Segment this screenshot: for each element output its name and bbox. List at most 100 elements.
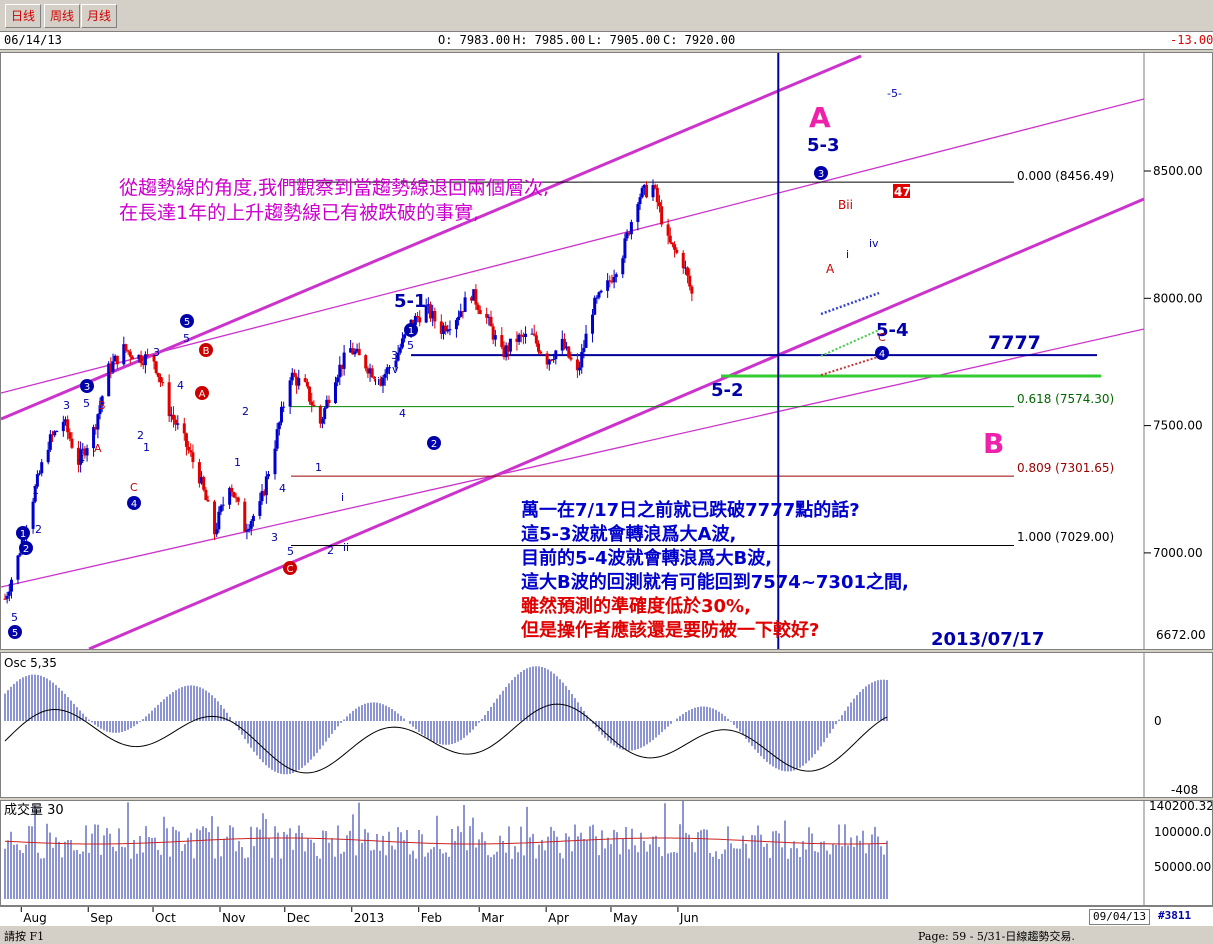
candle-body bbox=[38, 473, 42, 475]
candle-body bbox=[476, 304, 480, 310]
candle-body bbox=[124, 344, 128, 351]
candle-body bbox=[182, 423, 186, 434]
candle bbox=[55, 430, 59, 433]
wave-circle-5-sep: 5 bbox=[180, 314, 194, 328]
candle-body bbox=[5, 595, 9, 599]
candle-body bbox=[126, 350, 130, 352]
period-tab-bar: 日线 周线 月线 bbox=[0, 0, 1213, 30]
candle-body bbox=[686, 267, 690, 276]
pti-label: 47PTI bbox=[894, 185, 932, 199]
svg-text:3: 3 bbox=[818, 169, 824, 180]
price-chart[interactable]: 8500.00 8000.00 7500.00 7000.00 6672.00 從趨勢線… bbox=[0, 53, 1212, 651]
wave-let-bii: Bii bbox=[838, 198, 853, 212]
candle-body bbox=[85, 448, 89, 456]
oscillator-pane: Osc 5,35 0 -408 bbox=[0, 652, 1213, 798]
candle-body bbox=[128, 351, 132, 357]
candle-body bbox=[614, 274, 618, 277]
candle bbox=[96, 413, 100, 439]
candle-body bbox=[251, 515, 255, 522]
volume-title: 成交量 30 bbox=[4, 802, 64, 818]
tab-daily[interactable]: 日线 bbox=[5, 4, 41, 28]
annotation-bottom-line-6: 但是操作者應該還是要防被一下較好? bbox=[520, 619, 819, 641]
candle-body bbox=[187, 446, 191, 451]
candle-body bbox=[9, 579, 13, 592]
wave-let-a-aug: A bbox=[94, 442, 102, 455]
vol-tick-100k: 100000.00 bbox=[1154, 825, 1212, 839]
candle-body bbox=[154, 361, 158, 374]
oscillator-chart[interactable]: Osc 5,35 0 -408 bbox=[1, 653, 1212, 797]
candle-body bbox=[552, 359, 556, 361]
candle-body bbox=[202, 477, 206, 490]
candle bbox=[318, 404, 322, 428]
candle-body bbox=[357, 348, 361, 356]
annotation-bottom-line-3: 目前的5-4波就會轉浪爲大B波, bbox=[521, 547, 772, 569]
wave-num-2-oct: 2 bbox=[242, 405, 249, 418]
wave-let-a-may: A bbox=[826, 262, 835, 276]
candle bbox=[418, 310, 422, 327]
wave-num-4-aug: 4 bbox=[78, 453, 85, 466]
wave-num-5-nov: 5 bbox=[287, 545, 294, 558]
candle-body bbox=[567, 346, 571, 358]
candle bbox=[459, 303, 463, 318]
fib-618-label: 0.618 (7574.30) bbox=[1017, 392, 1114, 406]
candle bbox=[115, 355, 119, 370]
candle bbox=[584, 324, 588, 348]
status-bar: 請按 F1 Page: 59 - 5/31-日線趨勢交易. bbox=[0, 926, 1213, 943]
candle-body bbox=[597, 292, 601, 298]
candle-body bbox=[524, 333, 528, 338]
quote-low: L: 7905.00 bbox=[588, 33, 661, 47]
candle-body bbox=[7, 591, 11, 596]
tab-weekly[interactable]: 周线 bbox=[44, 4, 80, 28]
svg-text:1: 1 bbox=[408, 326, 414, 337]
candle-body bbox=[18, 553, 22, 556]
volume-chart[interactable]: 成交量 30 140200.32 100000.00 50000.00 bbox=[1, 799, 1213, 905]
wave-circle-c-nov: C bbox=[283, 561, 297, 575]
tab-monthly[interactable]: 月线 bbox=[81, 4, 117, 28]
wave-big-b: B bbox=[983, 427, 1004, 460]
wave-let-ii-nov: ii bbox=[343, 541, 349, 554]
svg-text:A: A bbox=[199, 389, 206, 400]
candle-body bbox=[666, 224, 670, 236]
candle bbox=[448, 320, 452, 336]
svg-text:4: 4 bbox=[879, 349, 885, 360]
candle-body bbox=[454, 319, 458, 330]
candle bbox=[645, 181, 649, 199]
candle-body bbox=[580, 351, 584, 368]
wave-num-3-nov: 3 bbox=[271, 531, 278, 544]
candle-body bbox=[353, 351, 357, 355]
wave-num-4-sep: 4 bbox=[177, 379, 184, 392]
candle bbox=[202, 475, 206, 492]
date-axis: Aug Sep Oct Nov Dec 2013 Feb Mar Apr May Jun 09/04… bbox=[0, 906, 1213, 927]
candle-body bbox=[636, 204, 640, 223]
candle bbox=[243, 498, 247, 532]
candle-body bbox=[191, 452, 195, 463]
candle-body bbox=[16, 555, 20, 580]
candle bbox=[629, 219, 633, 240]
svg-text:3: 3 bbox=[84, 382, 90, 393]
candle-body bbox=[139, 354, 143, 364]
candle-body bbox=[68, 432, 72, 439]
wave-circle-5-low: 5 bbox=[8, 625, 22, 639]
vol-tick-max: 140200.32 bbox=[1149, 801, 1212, 813]
candle-body bbox=[96, 414, 100, 430]
date-tick-label: Feb bbox=[421, 911, 442, 925]
date-tick-label: 2013 bbox=[354, 911, 385, 925]
candle-body bbox=[591, 314, 595, 334]
candle-body bbox=[275, 429, 279, 449]
candle-body bbox=[416, 315, 420, 318]
candle-body bbox=[219, 505, 223, 512]
wave-let-v-dec: v bbox=[392, 363, 399, 376]
wave-num-1-sep: 1 bbox=[143, 441, 150, 454]
candle-body bbox=[184, 433, 188, 447]
candle-body bbox=[70, 438, 74, 448]
candle-body bbox=[48, 434, 52, 450]
wave-circle-2-dec: 2 bbox=[427, 436, 441, 450]
wave-num-1-oct: 1 bbox=[234, 456, 241, 469]
candle-body bbox=[130, 356, 134, 360]
candle bbox=[85, 444, 89, 462]
wave-circle-4-aug: 4 bbox=[127, 496, 141, 510]
vertical-marker-label: 2013/07/17 bbox=[931, 629, 1044, 649]
candle bbox=[303, 374, 307, 383]
wave-5-1: 5-1 bbox=[394, 291, 427, 312]
candle-body bbox=[621, 258, 625, 275]
